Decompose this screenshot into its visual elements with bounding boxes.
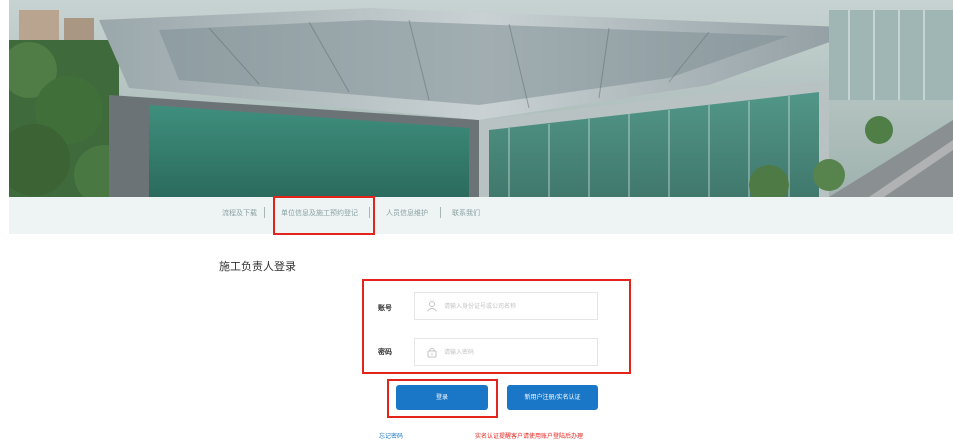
page-title: 施工负责人登录 [219,260,296,273]
forgot-password-link[interactable]: 忘记密码 [379,431,403,440]
form-highlight-box [362,279,631,374]
hero-banner-image [9,0,953,197]
nav-item-contact-us[interactable]: 联系我们 [452,208,480,218]
nav-item-process-download[interactable]: 流程及下载 [222,208,257,218]
top-nav: 流程及下载 单位信息及施工预约登记 人员信息维护 联系我们 [9,197,953,234]
nav-item-personnel-maintenance[interactable]: 人员信息维护 [386,208,428,218]
register-button[interactable]: 新用户注册/实名认证 [507,385,598,410]
nav-separator [440,207,441,218]
realname-notice: 实名认证提醒客户请使用账户登陆后办理 [475,433,584,440]
nav-highlight-box [273,196,375,235]
login-highlight-box [387,379,498,418]
nav-separator [264,207,265,218]
